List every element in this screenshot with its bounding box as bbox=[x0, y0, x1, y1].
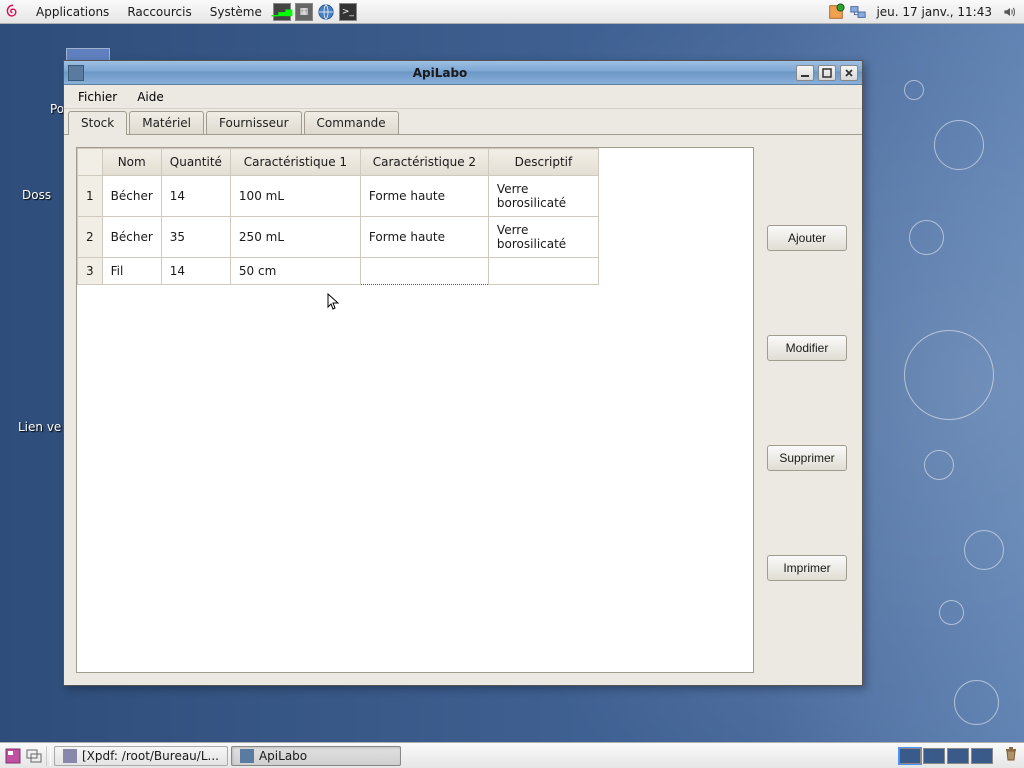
network-icon[interactable] bbox=[849, 3, 867, 21]
taskbar-label: ApiLabo bbox=[259, 749, 307, 763]
cell-c1[interactable]: 250 mL bbox=[230, 217, 360, 258]
xpdf-icon bbox=[63, 749, 77, 763]
clock[interactable]: jeu. 17 janv., 11:43 bbox=[870, 5, 998, 19]
menubar: Fichier Aide bbox=[64, 85, 862, 109]
edit-button[interactable]: Modifier bbox=[767, 335, 847, 361]
menu-shortcuts[interactable]: Raccourcis bbox=[119, 3, 199, 21]
close-button[interactable] bbox=[840, 65, 858, 81]
cell-c1[interactable]: 100 mL bbox=[230, 176, 360, 217]
workspace-4[interactable] bbox=[971, 748, 993, 764]
cell-rownum: 2 bbox=[78, 217, 103, 258]
bottom-panel: [Xpdf: /root/Bureau/L... ApiLabo bbox=[0, 742, 1024, 768]
workspace-2[interactable] bbox=[923, 748, 945, 764]
system-monitor-icon[interactable]: ▁▃▅ bbox=[273, 3, 291, 21]
volume-icon[interactable] bbox=[1001, 3, 1019, 21]
menu-file[interactable]: Fichier bbox=[68, 87, 127, 107]
taskbar-label: [Xpdf: /root/Bureau/L... bbox=[82, 749, 219, 763]
col-carac2[interactable]: Caractéristique 2 bbox=[360, 149, 488, 176]
table-row[interactable]: 3 Fil 14 50 cm bbox=[78, 258, 599, 285]
cell-qte[interactable]: 14 bbox=[161, 176, 230, 217]
taskbar-item-apilabo[interactable]: ApiLabo bbox=[231, 746, 401, 766]
content-area: Nom Quantité Caractéristique 1 Caractéri… bbox=[64, 135, 862, 685]
col-quantite[interactable]: Quantité bbox=[161, 149, 230, 176]
cell-desc[interactable] bbox=[488, 258, 598, 285]
maximize-button[interactable] bbox=[818, 65, 836, 81]
cell-c2[interactable]: Forme haute bbox=[360, 176, 488, 217]
workspace-3[interactable] bbox=[947, 748, 969, 764]
menu-help[interactable]: Aide bbox=[127, 87, 174, 107]
cell-nom[interactable]: Bécher bbox=[102, 176, 161, 217]
delete-button[interactable]: Supprimer bbox=[767, 445, 847, 471]
col-rownum[interactable] bbox=[78, 149, 103, 176]
cell-rownum: 1 bbox=[78, 176, 103, 217]
menu-applications[interactable]: Applications bbox=[28, 3, 117, 21]
desktop-icon-label: Lien ve bbox=[18, 420, 61, 434]
tab-commande[interactable]: Commande bbox=[304, 111, 399, 134]
update-notifier-icon[interactable] bbox=[827, 3, 845, 21]
cell-nom[interactable]: Bécher bbox=[102, 217, 161, 258]
window-list-icon[interactable] bbox=[25, 747, 43, 765]
cell-qte[interactable]: 14 bbox=[161, 258, 230, 285]
menu-system[interactable]: Système bbox=[202, 3, 270, 21]
tab-bar: Stock Matériel Fournisseur Commande bbox=[64, 109, 862, 135]
show-desktop-icon[interactable] bbox=[4, 747, 22, 765]
taskbar-item-xpdf[interactable]: [Xpdf: /root/Bureau/L... bbox=[54, 746, 228, 766]
desktop-icon-label: Doss bbox=[22, 188, 51, 202]
terminal-icon[interactable]: >_ bbox=[339, 3, 357, 21]
web-browser-icon[interactable] bbox=[317, 3, 335, 21]
cell-c2[interactable]: Forme haute bbox=[360, 217, 488, 258]
debian-logo-icon[interactable] bbox=[4, 3, 22, 21]
table-row[interactable]: 2 Bécher 35 250 mL Forme haute Verre bor… bbox=[78, 217, 599, 258]
cell-desc[interactable]: Verre borosilicaté bbox=[488, 176, 598, 217]
cell-c1[interactable]: 50 cm bbox=[230, 258, 360, 285]
calculator-icon[interactable]: ▦ bbox=[295, 3, 313, 21]
trash-icon[interactable] bbox=[1002, 745, 1020, 766]
cell-qte[interactable]: 35 bbox=[161, 217, 230, 258]
col-nom[interactable]: Nom bbox=[102, 149, 161, 176]
tab-fournisseur[interactable]: Fournisseur bbox=[206, 111, 302, 134]
table-row[interactable]: 1 Bécher 14 100 mL Forme haute Verre bor… bbox=[78, 176, 599, 217]
stock-table[interactable]: Nom Quantité Caractéristique 1 Caractéri… bbox=[76, 147, 754, 673]
panel-separator bbox=[46, 746, 51, 766]
cell-desc[interactable]: Verre borosilicaté bbox=[488, 217, 598, 258]
window-app-icon bbox=[68, 65, 84, 81]
print-button[interactable]: Imprimer bbox=[767, 555, 847, 581]
cell-nom[interactable]: Fil bbox=[102, 258, 161, 285]
workspace-1[interactable] bbox=[899, 748, 921, 764]
minimize-button[interactable] bbox=[796, 65, 814, 81]
tab-stock[interactable]: Stock bbox=[68, 111, 127, 135]
apilabo-icon bbox=[240, 749, 254, 763]
window-title: ApiLabo bbox=[88, 66, 792, 80]
top-panel: Applications Raccourcis Système ▁▃▅ ▦ >_… bbox=[0, 0, 1024, 24]
col-descriptif[interactable]: Descriptif bbox=[488, 149, 598, 176]
cell-c2[interactable] bbox=[360, 258, 488, 285]
workspace-pager[interactable] bbox=[899, 748, 993, 764]
cell-rownum: 3 bbox=[78, 258, 103, 285]
titlebar[interactable]: ApiLabo bbox=[64, 61, 862, 85]
app-window: ApiLabo Fichier Aide Stock Matériel Four… bbox=[63, 60, 863, 686]
col-carac1[interactable]: Caractéristique 1 bbox=[230, 149, 360, 176]
tab-materiel[interactable]: Matériel bbox=[129, 111, 204, 134]
add-button[interactable]: Ajouter bbox=[767, 225, 847, 251]
action-sidebar: Ajouter Modifier Supprimer Imprimer bbox=[764, 147, 850, 673]
